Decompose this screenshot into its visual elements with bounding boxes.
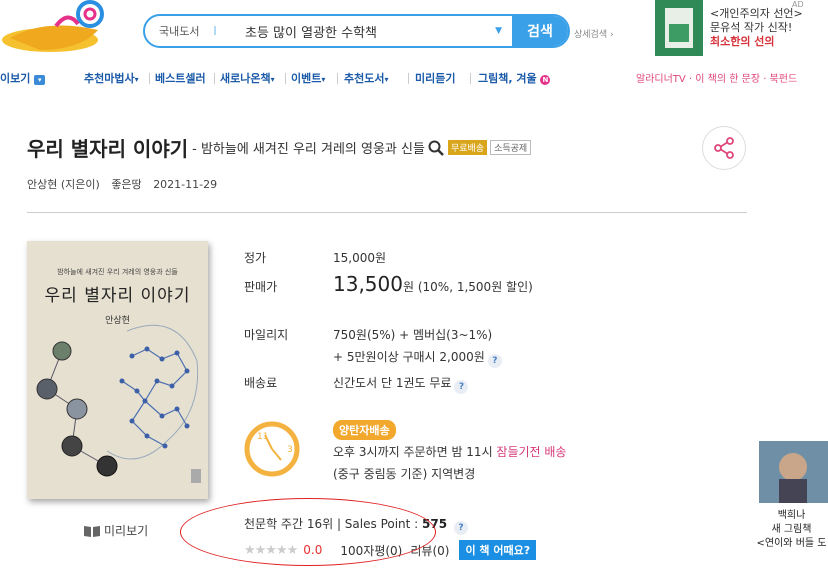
preview-button[interactable]: 미리보기 xyxy=(83,522,148,539)
page-title: 우리 별자리 이야기 xyxy=(27,137,189,161)
list-price-label: 정가 xyxy=(244,251,267,265)
free-shipping-badge: 무료배송 xyxy=(447,140,488,155)
nav-item-recommended[interactable]: 추천도서▾ xyxy=(344,70,389,86)
sale-price-unit: 원 xyxy=(402,280,415,294)
book-subtitle: - 밤하늘에 새겨진 우리 겨레의 영웅과 신들 xyxy=(192,142,425,157)
book-meta: 안상현 (지은이) 좋은땅 2021-11-29 xyxy=(27,176,225,192)
cover-author: 안상현 xyxy=(105,316,130,326)
divider xyxy=(27,212,747,213)
search-input[interactable] xyxy=(235,23,496,39)
list-price-value: 15,000원 xyxy=(333,251,387,265)
ad-label: AD xyxy=(792,0,804,9)
cover-title: 우리 별자리 이야기 xyxy=(44,286,191,306)
search-category-select[interactable]: 국내도서 | xyxy=(145,23,235,39)
delivery-region[interactable]: (중구 중림동 기준) 지역변경 xyxy=(333,465,475,482)
carpet-delivery-badge: 양탄자배송 xyxy=(333,420,396,440)
publisher-link[interactable]: 좋은땅 xyxy=(111,178,141,191)
share-icon xyxy=(714,137,734,159)
sale-price-label: 판매가 xyxy=(244,280,278,294)
new-badge-icon: N xyxy=(540,75,551,85)
highlight-ellipse xyxy=(180,498,436,566)
help-icon[interactable]: ? xyxy=(453,521,468,535)
nav-item-recommend-wizard[interactable]: 추천마법사▾ xyxy=(84,70,139,86)
main-nav: 이보기 ▾ 추천마법사▾ 베스트셀러 새로나온책▾ 이벤트▾ 추천도서▾ 미리듣… xyxy=(0,70,828,88)
ad-line2: 문유석 작가 신작! xyxy=(710,21,793,34)
advanced-search-link[interactable]: 상세검색 › xyxy=(574,27,614,40)
mileage-label: 마일리지 xyxy=(244,328,289,342)
nav-item-picture-books[interactable]: 그림책, 겨울 N xyxy=(478,70,551,86)
title-row: 우리 별자리 이야기 - 밤하늘에 새겨진 우리 겨레의 영웅과 신들 무료배송… xyxy=(27,133,532,162)
preview-label: 미리보기 xyxy=(104,524,149,538)
dropdown-arrow-icon[interactable]: ▼ xyxy=(495,26,502,36)
mileage-line2: + 5만원이상 구매시 2,000원? xyxy=(333,348,502,368)
help-icon[interactable]: ? xyxy=(454,380,469,394)
constellation-art xyxy=(36,324,201,483)
nav-item-preview-audio[interactable]: 미리듣기 xyxy=(415,70,455,86)
ad-book-image[interactable] xyxy=(655,0,703,56)
cover-top-text: 밤하늘에 새겨진 우리 겨레의 영웅과 신들 xyxy=(57,268,178,276)
clock-label-3: 3 xyxy=(287,445,293,455)
box-arrow-icon: ▾ xyxy=(34,75,46,85)
book-open-icon xyxy=(84,525,100,537)
publish-date: 2021-11-29 xyxy=(153,178,218,191)
side-ad-text[interactable]: 백희나 새 그림책 <연이와 버들 도 xyxy=(755,509,828,551)
side-ad-image[interactable] xyxy=(759,441,828,503)
ad-line3: 최소한의 선의 xyxy=(710,35,775,48)
delivery-info: 오후 3시까지 주문하면 밤 11시 잠들기전 배송 xyxy=(333,445,567,459)
tax-deduction-badge: 소득공제 xyxy=(490,140,532,155)
clock-icon: 11 3 xyxy=(244,421,300,477)
nav-item-new-books[interactable]: 새로나온책▾ xyxy=(220,70,275,86)
search-icon[interactable] xyxy=(428,140,444,156)
aladin-logo[interactable] xyxy=(0,0,112,58)
ask-opinion-button[interactable]: 이 책 어때요? xyxy=(459,540,537,560)
chevron-down-icon: | xyxy=(213,26,217,36)
delivery-before-sleep: 잠들기전 배송 xyxy=(496,445,567,459)
search-bar: 국내도서 | ▼ 검색 xyxy=(143,14,570,48)
mileage-line1: 750원(5%) + 멤버십(3~1%) xyxy=(333,328,493,342)
shipping-label: 배송료 xyxy=(244,376,278,390)
nav-right-links[interactable]: 알라디너TV · 이 책의 한 문장 · 북펀드 xyxy=(636,70,797,85)
search-category-label: 국내도서 xyxy=(159,25,200,38)
discount-note: (10%, 1,500원 할인) xyxy=(417,280,533,294)
ad-line1: <개인주의자 선언> xyxy=(710,7,803,20)
nav-item-bestseller[interactable]: 베스트셀러 xyxy=(155,70,206,86)
sale-price-value: 13,500 xyxy=(333,272,403,296)
author-link[interactable]: 안상현 (지은이) xyxy=(27,178,100,191)
help-icon[interactable]: ? xyxy=(487,354,502,368)
nav-item-browse[interactable]: 이보기 ▾ xyxy=(0,70,46,86)
share-button[interactable] xyxy=(702,126,746,170)
ad-text[interactable]: <개인주의자 선언> 문유석 작가 신작! 최소한의 선의 xyxy=(710,7,803,49)
search-button[interactable]: 검색 xyxy=(512,16,568,46)
shipping-value: 신간도서 단 1권도 무료? xyxy=(333,374,469,394)
clock-label-11: 11 xyxy=(257,432,268,442)
nav-item-events[interactable]: 이벤트▾ xyxy=(291,70,325,86)
sale-price: 13,500원 (10%, 1,500원 할인) xyxy=(333,272,533,296)
book-cover[interactable]: 밤하늘에 새겨진 우리 겨레의 영웅과 신들 우리 별자리 이야기 안상현 xyxy=(27,241,208,499)
